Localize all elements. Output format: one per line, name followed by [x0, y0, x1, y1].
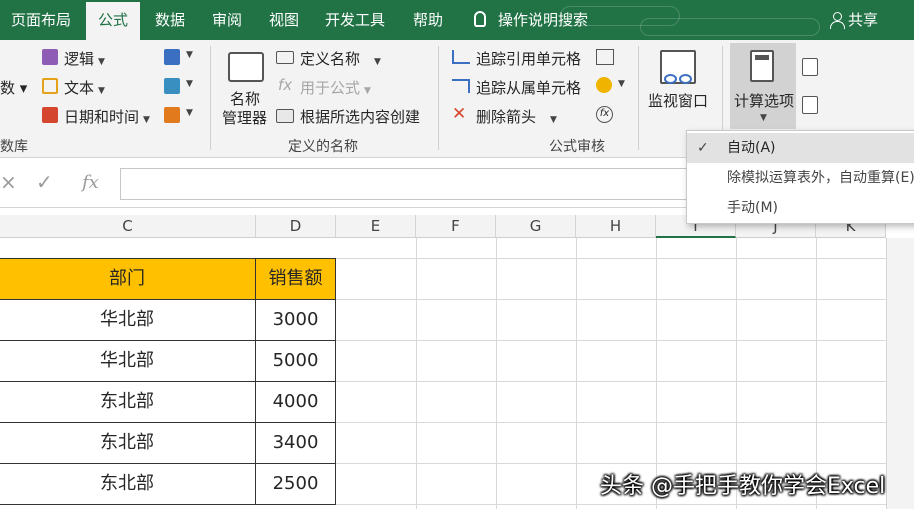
calculate-now-icon[interactable] [802, 58, 818, 76]
table-cell-department[interactable]: 华北部 [0, 340, 256, 382]
column-header-g[interactable]: G [496, 215, 576, 238]
trace-precedents-button[interactable]: 追踪引用单元格 [476, 48, 581, 69]
watch-window-button[interactable]: 监视窗口 [648, 90, 708, 111]
calculate-sheet-icon[interactable] [802, 96, 818, 114]
create-from-selection-button[interactable]: 根据所选内容创建 [300, 106, 420, 127]
text-button[interactable]: 文本 ▼ [64, 77, 105, 98]
chevron-down-icon[interactable]: ▼ [186, 108, 193, 118]
ribbon-tab-bar: 页面布局 公式 数据 审阅 视图 开发工具 帮助 操作说明搜索 共享 [0, 0, 914, 40]
table-cell-sales[interactable]: 3000 [255, 299, 336, 341]
column-header-f[interactable]: F [416, 215, 496, 238]
lookup-icon[interactable] [164, 49, 180, 65]
math-trig-icon[interactable] [164, 78, 180, 94]
checkmark-icon: ✓ [697, 140, 709, 156]
tab-formulas[interactable]: 公式 [86, 2, 140, 40]
remove-arrows-button[interactable]: 删除箭头 ▼ [476, 106, 557, 127]
tell-me-search[interactable]: 操作说明搜索 [474, 0, 588, 40]
group-title-function-library: 数库 [0, 139, 28, 155]
table-cell-department[interactable]: 东北部 [0, 422, 256, 464]
tell-me-label: 操作说明搜索 [498, 11, 589, 29]
lightbulb-icon [474, 11, 486, 27]
glasses-icon [664, 74, 677, 84]
name-manager-icon [228, 52, 264, 82]
function-library-partial-button[interactable]: 数 ▾ [0, 77, 27, 98]
insert-function-icon[interactable]: fx [82, 172, 99, 193]
evaluate-formula-icon[interactable]: fx [596, 106, 613, 123]
use-in-formula-icon: fx [278, 76, 293, 94]
column-header-c[interactable]: C [0, 215, 256, 238]
trace-precedents-icon [452, 50, 470, 64]
gridline [576, 238, 577, 509]
table-cell-sales[interactable]: 3400 [255, 422, 336, 464]
table-cell-sales[interactable]: 4000 [255, 381, 336, 423]
table-cell-department[interactable]: 华北部 [0, 299, 256, 341]
tab-view[interactable]: 视图 [258, 0, 310, 40]
cancel-icon[interactable]: × [0, 170, 17, 194]
trace-dependents-icon [452, 79, 470, 93]
group-title-defined-names: 定义的名称 [288, 139, 358, 155]
calculator-display-icon [755, 55, 769, 60]
datetime-icon [42, 107, 58, 123]
watermark: 头条 @手把手教你学会Excel [600, 474, 886, 499]
create-from-selection-icon [276, 109, 294, 123]
share-label: 共享 [848, 11, 879, 29]
table-cell-sales[interactable]: 5000 [255, 340, 336, 382]
chevron-down-icon[interactable]: ▼ [186, 50, 193, 60]
tab-page-layout[interactable]: 页面布局 [0, 0, 82, 40]
glasses-icon [679, 74, 692, 84]
text-icon [42, 78, 58, 94]
decorative-circuit [640, 18, 820, 36]
person-icon [830, 12, 845, 29]
tab-data[interactable]: 数据 [144, 0, 196, 40]
vertical-scrollbar[interactable] [886, 238, 914, 509]
menu-item-manual[interactable]: 手动(M) [687, 193, 914, 223]
chevron-down-icon[interactable]: ▼ [618, 79, 625, 89]
more-functions-icon[interactable] [164, 107, 180, 123]
gridline [496, 238, 497, 509]
use-in-formula-button[interactable]: 用于公式 ▼ [300, 77, 371, 98]
calc-options-menu: ✓ 自动(A) 除模拟运算表外，自动重算(E) 手动(M) [686, 130, 914, 224]
show-formulas-icon[interactable] [596, 49, 614, 65]
menu-item-automatic[interactable]: ✓ 自动(A) [687, 133, 914, 163]
table-cell-department[interactable]: 东北部 [0, 463, 256, 505]
define-name-icon [276, 51, 294, 64]
table-header-sales[interactable]: 销售额 [255, 258, 336, 300]
menu-item-automatic-except-tables[interactable]: 除模拟运算表外，自动重算(E) [687, 163, 914, 193]
name-manager-button[interactable]: 名称 [230, 88, 260, 109]
group-separator [210, 46, 211, 150]
calc-options-label: 计算选项 [734, 92, 795, 110]
table-header-department[interactable]: 部门 [0, 258, 256, 300]
group-separator [438, 46, 439, 150]
define-name-button[interactable]: 定义名称 ▼ [300, 48, 381, 69]
group-title-formula-auditing: 公式审核 [549, 139, 605, 155]
error-checking-icon[interactable] [596, 77, 612, 93]
table-cell-sales[interactable]: 2500 [255, 463, 336, 505]
column-header-h[interactable]: H [576, 215, 656, 238]
group-separator [638, 46, 639, 150]
column-header-d[interactable]: D [256, 215, 336, 238]
logic-button[interactable]: 逻辑 ▼ [64, 48, 105, 69]
name-manager-button-line2[interactable]: 管理器 [222, 107, 267, 128]
enter-icon[interactable]: ✓ [36, 170, 53, 194]
gridline [416, 238, 417, 509]
column-header-e[interactable]: E [336, 215, 416, 238]
datetime-button[interactable]: 日期和时间 ▼ [64, 106, 150, 127]
chevron-down-icon[interactable]: ▼ [186, 79, 193, 89]
logic-icon [42, 49, 58, 65]
share-button[interactable]: 共享 [830, 0, 878, 40]
table-cell-department[interactable]: 东北部 [0, 381, 256, 423]
tab-developer[interactable]: 开发工具 [314, 0, 396, 40]
tab-review[interactable]: 审阅 [200, 0, 254, 40]
remove-arrows-icon: ✕ [452, 104, 467, 124]
tab-help[interactable]: 帮助 [400, 0, 456, 40]
trace-dependents-button[interactable]: 追踪从属单元格 [476, 77, 581, 98]
chevron-down-icon: ▼ [760, 113, 767, 123]
